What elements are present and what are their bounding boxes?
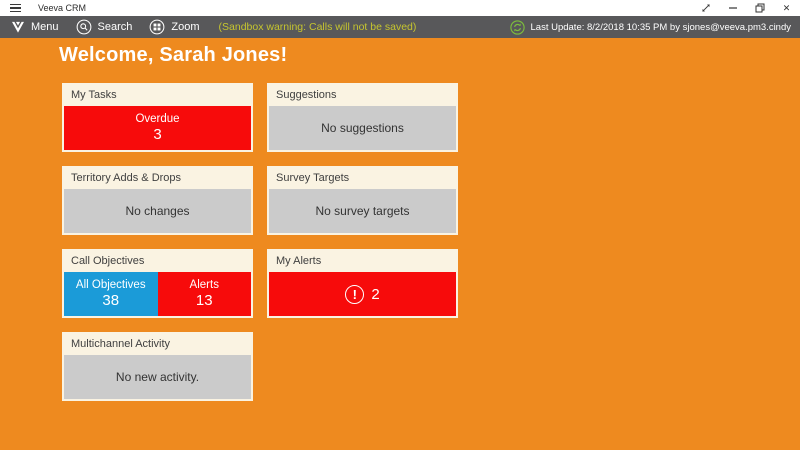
objectives-alerts-tile[interactable]: Alerts 13 [158,272,252,316]
toolbar-right-group: Last Update: 8/2/2018 10:35 PM by sjones… [510,20,792,35]
territory-adds-drops-tile[interactable]: No changes [64,189,251,233]
card-my-alerts: My Alerts ! 2 [267,249,458,318]
hamburger-menu-icon[interactable] [10,4,21,13]
objectives-alerts-count: 13 [196,292,213,309]
card-territory-adds-drops: Territory Adds & Drops No changes [62,166,253,235]
search-icon [76,19,92,35]
menu-button[interactable]: Menu [11,21,59,33]
dashboard-grid: My Tasks Overdue 3 Suggestions No sugges… [62,83,458,401]
app-root: Veeva CRM ✕ [0,0,800,450]
search-button[interactable]: Search [76,19,133,35]
card-title: Survey Targets [267,166,458,188]
card-call-objectives: Call Objectives All Objectives 38 Alerts… [62,249,253,318]
zoom-button[interactable]: Zoom [149,19,199,35]
objectives-alerts-label: Alerts [190,279,219,291]
minimize-button[interactable] [719,0,746,16]
multichannel-empty-text: No new activity. [116,370,199,384]
last-update-text: Last Update: 8/2/2018 10:35 PM by sjones… [531,22,792,33]
search-label: Search [98,21,133,33]
multichannel-activity-tile[interactable]: No new activity. [64,355,251,399]
survey-targets-tile[interactable]: No survey targets [269,189,456,233]
welcome-heading: Welcome, Sarah Jones! [59,44,287,67]
card-title: Multichannel Activity [62,332,253,354]
suggestions-tile[interactable]: No suggestions [269,106,456,150]
survey-targets-empty-text: No survey targets [315,204,409,218]
all-objectives-count: 38 [102,292,119,309]
card-title: My Alerts [267,249,458,271]
card-title: Suggestions [267,83,458,105]
card-survey-targets: Survey Targets No survey targets [267,166,458,235]
my-tasks-overdue-tile[interactable]: Overdue 3 [64,106,251,150]
close-button[interactable]: ✕ [773,0,800,16]
zoom-label: Zoom [171,21,199,33]
card-title: Call Objectives [62,249,253,271]
all-objectives-tile[interactable]: All Objectives 38 [64,272,158,316]
all-objectives-label: All Objectives [76,279,146,291]
menu-label: Menu [31,21,59,33]
territory-empty-text: No changes [125,204,189,218]
overdue-label: Overdue [135,113,179,125]
card-title: My Tasks [62,83,253,105]
close-icon: ✕ [783,4,791,13]
card-multichannel-activity: Multichannel Activity No new activity. [62,332,253,401]
fullscreen-toggle-icon[interactable] [692,0,719,16]
restore-button[interactable] [746,0,773,16]
window-title: Veeva CRM [38,3,86,13]
alert-exclamation-icon: ! [345,285,364,304]
window-controls: ✕ [692,0,800,16]
suggestions-empty-text: No suggestions [321,121,404,135]
app-toolbar: Menu Search [0,16,800,38]
card-my-tasks: My Tasks Overdue 3 [62,83,253,152]
veeva-logo-icon [11,21,25,33]
sandbox-warning-text: (Sandbox warning: Calls will not be save… [219,21,417,33]
my-alerts-count: 2 [371,286,379,303]
zoom-grid-icon [149,19,165,35]
sync-refresh-icon[interactable] [510,20,525,35]
toolbar-left-group: Menu Search [11,19,416,35]
my-alerts-tile[interactable]: ! 2 [269,272,456,316]
card-title: Territory Adds & Drops [62,166,253,188]
overdue-count: 3 [153,126,161,143]
window-titlebar: Veeva CRM ✕ [0,0,800,16]
card-suggestions: Suggestions No suggestions [267,83,458,152]
call-objectives-tiles: All Objectives 38 Alerts 13 [64,272,251,316]
